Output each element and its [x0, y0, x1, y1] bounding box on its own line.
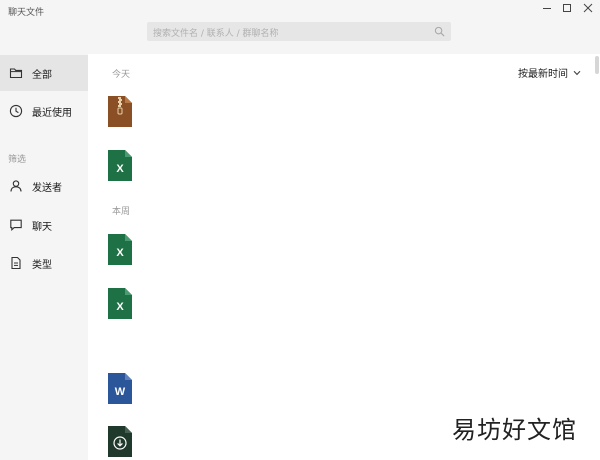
folder-icon — [9, 68, 23, 79]
sort-dropdown[interactable]: 按最新时间 — [518, 65, 581, 80]
close-icon[interactable] — [581, 2, 595, 14]
scrollbar-thumb[interactable] — [595, 56, 599, 74]
chat-bubble-icon — [10, 219, 22, 232]
search-icon[interactable] — [434, 26, 445, 37]
word-file-icon[interactable]: W — [108, 373, 132, 404]
chevron-down-icon — [573, 70, 581, 75]
word-glyph: W — [115, 386, 126, 398]
sidebar-item-label: 聊天 — [32, 221, 52, 233]
archive-file-icon[interactable] — [108, 96, 132, 127]
excel-file-icon[interactable]: X — [108, 234, 132, 265]
excel-file-icon[interactable]: X — [108, 288, 132, 319]
minimize-icon[interactable] — [540, 2, 554, 14]
excel-glyph: X — [116, 163, 124, 175]
scrollbar[interactable] — [594, 54, 600, 460]
search-input[interactable]: 搜索文件名 / 联系人 / 群聊名称 — [147, 22, 451, 41]
sidebar-item-label: 类型 — [32, 259, 52, 271]
excel-file-icon[interactable]: X — [108, 150, 132, 181]
sidebar-item-chat[interactable]: 聊天 — [0, 207, 88, 243]
sidebar: 全部 最近使用 筛选 发送者 聊天 类型 — [0, 54, 88, 460]
person-icon — [10, 180, 22, 192]
clock-icon — [9, 104, 23, 118]
sidebar-item-type[interactable]: 类型 — [0, 245, 88, 281]
section-label-today: 今天 — [112, 70, 131, 80]
sidebar-item-recent[interactable]: 最近使用 — [0, 93, 88, 129]
excel-glyph: X — [116, 301, 124, 313]
excel-glyph: X — [116, 247, 124, 259]
sidebar-item-sender[interactable]: 发送者 — [0, 168, 88, 204]
sidebar-item-label: 发送者 — [32, 182, 62, 194]
section-label-this-week: 本周 — [112, 207, 131, 217]
window-title: 聊天文件 — [8, 8, 45, 18]
file-list-panel: 按最新时间 今天 X 本周 X X W — [88, 54, 600, 460]
title-bar: 聊天文件 搜索文件名 / 联系人 / 群聊名称 — [0, 0, 600, 54]
search-placeholder: 搜索文件名 / 联系人 / 群聊名称 — [153, 29, 279, 39]
maximize-icon[interactable] — [560, 2, 574, 14]
sidebar-item-all[interactable]: 全部 — [0, 55, 88, 91]
sidebar-item-label: 最近使用 — [32, 107, 72, 119]
sidebar-item-label: 全部 — [32, 69, 52, 81]
sort-label: 按最新时间 — [518, 69, 568, 80]
filter-section-label: 筛选 — [8, 155, 27, 165]
document-icon — [11, 256, 21, 270]
watermark-text: 易坊好文馆 — [452, 416, 577, 444]
download-file-icon[interactable] — [108, 426, 132, 457]
